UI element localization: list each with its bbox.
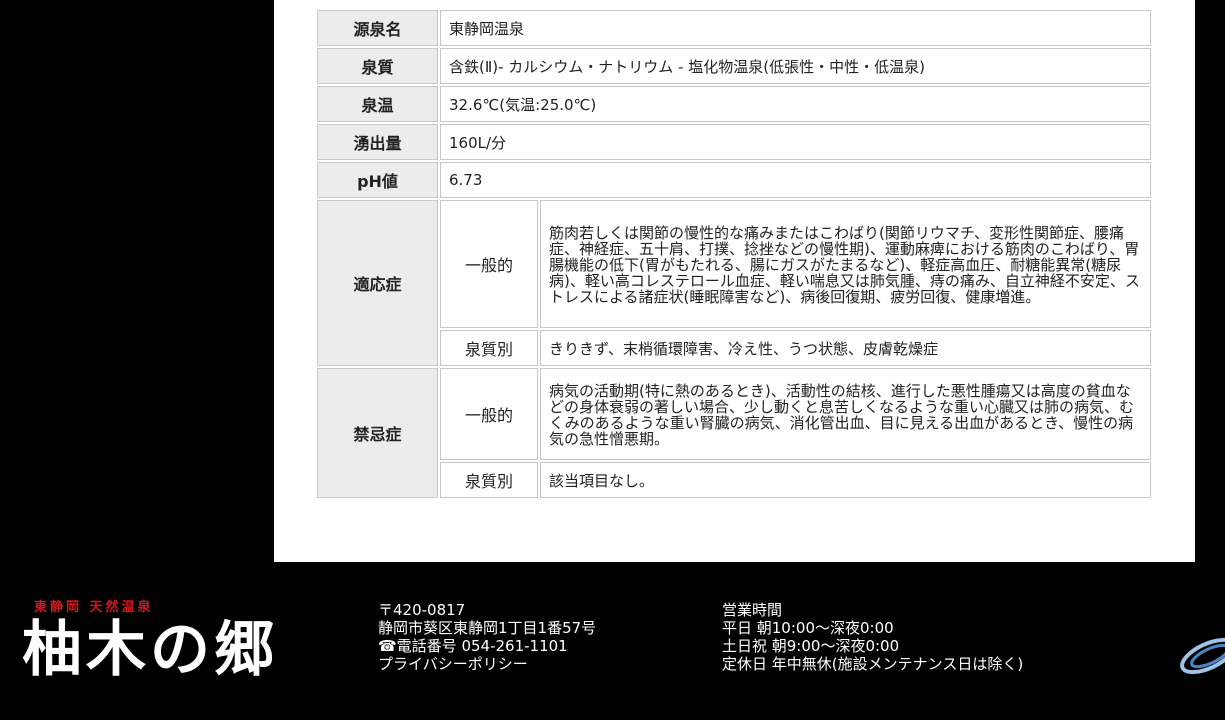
table-row: pH値 6.73 (317, 162, 1151, 198)
footer-tagline: 東静岡 天然温泉 (34, 600, 154, 615)
table-row: 源泉名 東静岡温泉 (317, 10, 1151, 46)
contraindications-general-text: 病気の活動期(特に熱のあるとき)、活動性の結核、進行した悪性腫瘍又は高度の貧血な… (540, 368, 1151, 460)
table-row: 泉温 32.6℃(気温:25.0℃) (317, 86, 1151, 122)
weekend-hours: 土日祝 朝9:00～深夜0:00 (722, 637, 900, 655)
street-address: 静岡市葵区東静岡1丁目1番57号 (378, 619, 597, 637)
row-label: 湧出量 (317, 124, 438, 160)
row-value: 6.73 (440, 162, 1151, 198)
row-label: pH値 (317, 162, 438, 198)
content-panel: 源泉名 東静岡温泉 泉質 含鉄(Ⅱ)- カルシウム・ナトリウム - 塩化物温泉(… (274, 0, 1195, 562)
indications-label: 適応症 (317, 200, 438, 366)
hours-title: 営業時間 (722, 601, 783, 619)
footer-address-block: 〒420-0817 静岡市葵区東静岡1丁目1番57号 ☎電話番号 054-261… (378, 601, 596, 673)
row-value: 32.6℃(気温:25.0℃) (440, 86, 1151, 122)
row-label: 源泉名 (317, 10, 438, 46)
table-row: 泉質別 きりきず、末梢循環障害、冷え性、うつ状態、皮膚乾燥症 (317, 330, 1151, 366)
footer-logo[interactable]: 柚木の郷 (22, 614, 278, 686)
row-value: 160L/分 (440, 124, 1151, 160)
row-label: 泉質 (317, 48, 438, 84)
contraindications-quality-text: 該当項目なし。 (540, 462, 1151, 498)
indications-quality-text: きりきず、末梢循環障害、冷え性、うつ状態、皮膚乾燥症 (540, 330, 1151, 366)
indications-general-label: 一般的 (440, 200, 538, 328)
swirl-logo-icon (1180, 637, 1225, 675)
row-value: 東静岡温泉 (440, 10, 1151, 46)
row-value: 含鉄(Ⅱ)- カルシウム・ナトリウム - 塩化物温泉(低張性・中性・低温泉) (440, 48, 1151, 84)
table-row: 適応症 一般的 筋肉若しくは関節の慢性的な痛みまたはこわばり(関節リウマチ、変形… (317, 200, 1151, 366)
table-row: 湧出量 160L/分 (317, 124, 1151, 160)
indications-general-text: 筋肉若しくは関節の慢性的な痛みまたはこわばり(関節リウマチ、変形性関節症、腰痛症… (540, 200, 1151, 328)
contraindications-general-label: 一般的 (440, 368, 538, 460)
footer-hours-block: 営業時間 平日 朝10:00～深夜0:00 土日祝 朝9:00～深夜0:00 定… (722, 601, 1023, 673)
postal-code: 〒420-0817 (378, 601, 466, 619)
table-row: 泉質 含鉄(Ⅱ)- カルシウム・ナトリウム - 塩化物温泉(低張性・中性・低温泉… (317, 48, 1151, 84)
indications-quality-label: 泉質別 (440, 330, 538, 366)
page: 源泉名 東静岡温泉 泉質 含鉄(Ⅱ)- カルシウム・ナトリウム - 塩化物温泉(… (0, 0, 1225, 720)
contraindications-label: 禁忌症 (317, 368, 438, 498)
privacy-policy-link[interactable]: プライバシーポリシー (378, 655, 596, 673)
weekday-hours: 平日 朝10:00～深夜0:00 (722, 619, 894, 637)
contraindications-quality-label: 泉質別 (440, 462, 538, 498)
table-row: 禁忌症 一般的 病気の活動期(特に熱のあるとき)、活動性の結核、進行した悪性腫瘍… (317, 368, 1151, 498)
holiday-info: 定休日 年中無休(施設メンテナンス日は除く) (722, 655, 1024, 673)
phone-number: ☎電話番号 054-261-1101 (378, 637, 568, 655)
table-row: 泉質別 該当項目なし。 (317, 462, 1151, 498)
row-label: 泉温 (317, 86, 438, 122)
spa-info-table: 源泉名 東静岡温泉 泉質 含鉄(Ⅱ)- カルシウム・ナトリウム - 塩化物温泉(… (315, 8, 1153, 500)
